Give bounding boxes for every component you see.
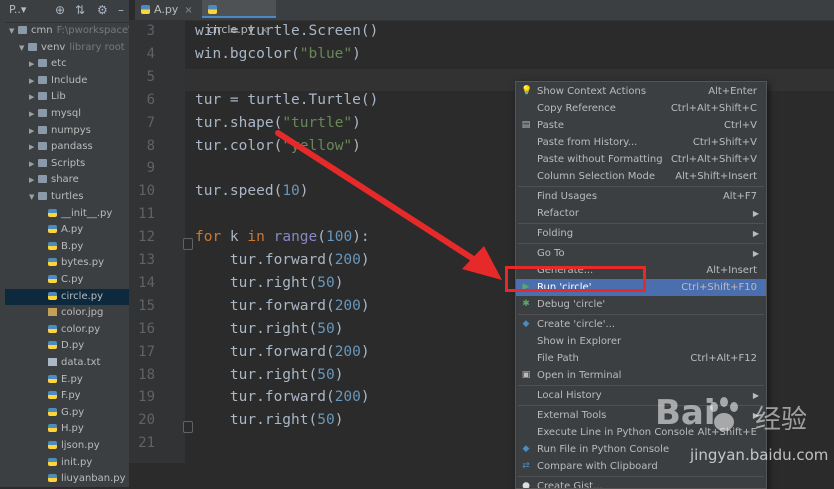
fold-marker-icon[interactable] <box>183 238 193 250</box>
annotation-highlight-box <box>505 266 646 292</box>
watermark: Bai 经验 jingyan.baidu.com <box>655 393 834 487</box>
fold-marker-icon[interactable] <box>183 421 193 433</box>
watermark-cn: 经验 <box>755 405 808 435</box>
paw-icon <box>710 397 738 431</box>
watermark-url: jingyan.baidu.com <box>690 446 829 464</box>
